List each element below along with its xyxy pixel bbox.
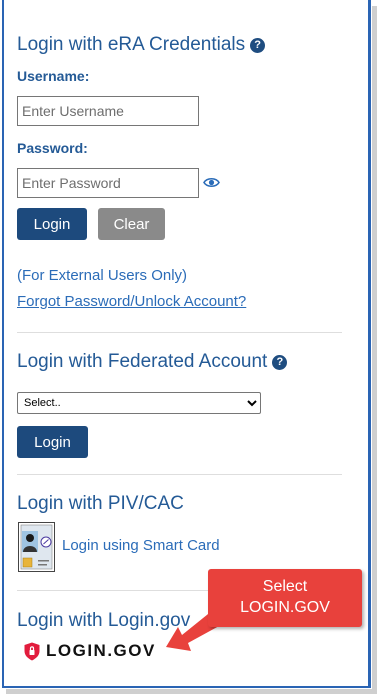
era-help-icon[interactable]: ?: [250, 38, 266, 53]
piv-section-title: Login with PIV/CAC: [17, 493, 184, 514]
password-label: Password:: [17, 140, 88, 156]
logingov-shield-icon: [24, 642, 40, 660]
annotation-callout: Select LOGIN.GOV: [208, 569, 362, 627]
federated-login-button[interactable]: Login: [17, 426, 88, 458]
federated-account-select[interactable]: Select..: [17, 392, 261, 414]
smart-card-icon[interactable]: [18, 522, 55, 572]
show-password-eye-icon[interactable]: [203, 176, 220, 189]
forgot-password-link[interactable]: Forgot Password/Unlock Account?: [17, 293, 246, 310]
logingov-logo-button[interactable]: LOGIN.GOV: [24, 641, 156, 661]
frame-shadow-right: [372, 6, 377, 694]
password-input[interactable]: [17, 168, 199, 198]
username-input[interactable]: [17, 96, 199, 126]
logingov-logo-text: LOGIN.GOV: [46, 641, 156, 660]
frame-shadow-bottom: [6, 689, 377, 694]
divider-1: [17, 332, 342, 333]
clear-button[interactable]: Clear: [98, 208, 165, 240]
username-label: Username:: [17, 68, 90, 84]
federated-section-title: Login with Federated Account?: [17, 351, 288, 373]
divider-2: [17, 474, 342, 475]
annotation-line-2: LOGIN.GOV: [240, 599, 330, 616]
federated-help-icon[interactable]: ?: [272, 355, 288, 370]
annotation-line-1: Select: [262, 578, 308, 595]
external-users-note: (For External Users Only): [17, 267, 188, 284]
era-section-title: Login with eRA Credentials?: [17, 34, 266, 56]
smart-card-link[interactable]: Login using Smart Card: [62, 537, 220, 554]
era-login-button[interactable]: Login: [17, 208, 87, 240]
